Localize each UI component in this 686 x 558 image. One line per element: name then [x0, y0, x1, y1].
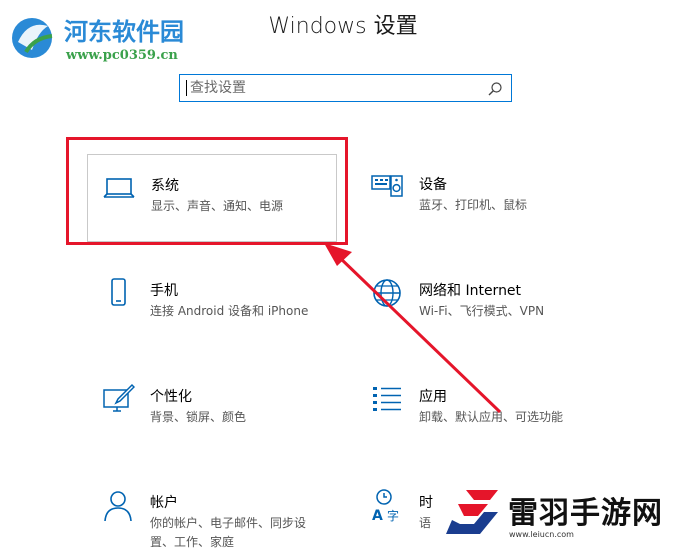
tile-devices[interactable]: 设备 蓝牙、打印机、鼠标 [356, 154, 606, 240]
tile-apps[interactable]: 应用 卸载、默认应用、可选功能 [356, 366, 606, 452]
tile-description: 背景、锁屏、颜色 [150, 410, 247, 424]
tile-label: 手机 [150, 283, 178, 299]
tile-description: 卸载、默认应用、可选功能 [419, 410, 564, 424]
tile-accounts[interactable]: 帐户 你的帐户、电子邮件、同步设置、工作、家庭 [87, 472, 337, 558]
tile-phone[interactable]: 手机 连接 Android 设备和 iPhone [87, 260, 337, 346]
search-icon[interactable] [487, 81, 503, 97]
search-box[interactable] [179, 74, 512, 102]
globe-icon [373, 279, 401, 307]
phone-icon [111, 278, 126, 306]
svg-text:字: 字 [387, 508, 399, 522]
time-language-icon: A 字 [372, 489, 399, 522]
tile-description: 你的帐户、电子邮件、同步设置、工作、家庭 [150, 516, 307, 549]
tile-label: 设备 [419, 177, 447, 193]
app-list-icon [373, 387, 401, 411]
tile-description: Wi-Fi、飞行模式、VPN [419, 304, 545, 318]
keyboard-speaker-icon [371, 175, 403, 197]
tile-description: 连接 Android 设备和 iPhone [150, 304, 309, 318]
tile-network[interactable]: 网络和 Internet Wi-Fi、飞行模式、VPN [356, 260, 606, 346]
brand-logo [446, 490, 498, 534]
tile-label: 应用 [419, 389, 447, 405]
tile-description: 蓝牙、打印机、鼠标 [419, 198, 528, 212]
tile-label: 帐户 [150, 495, 178, 511]
search-input[interactable] [180, 75, 480, 101]
paint-brush-icon [103, 383, 135, 412]
brand-url: www.leiucn.com [509, 530, 574, 539]
tile-label: 时 [419, 495, 433, 511]
person-icon [104, 491, 132, 522]
tile-description: 语 [419, 516, 432, 530]
tile-personalization[interactable]: 个性化 背景、锁屏、颜色 [87, 366, 337, 452]
site-url: www.pc0359.cn [66, 48, 178, 63]
svg-text:A: A [372, 508, 383, 522]
brand-name: 雷羽手游网 [508, 496, 663, 531]
tile-time-language[interactable]: A 字 时 语 [356, 472, 446, 558]
annotation-highlight-box [66, 137, 348, 245]
page-title: Windows 设置 [268, 14, 418, 39]
tile-label: 网络和 Internet [419, 283, 522, 299]
tile-label: 个性化 [150, 389, 192, 405]
